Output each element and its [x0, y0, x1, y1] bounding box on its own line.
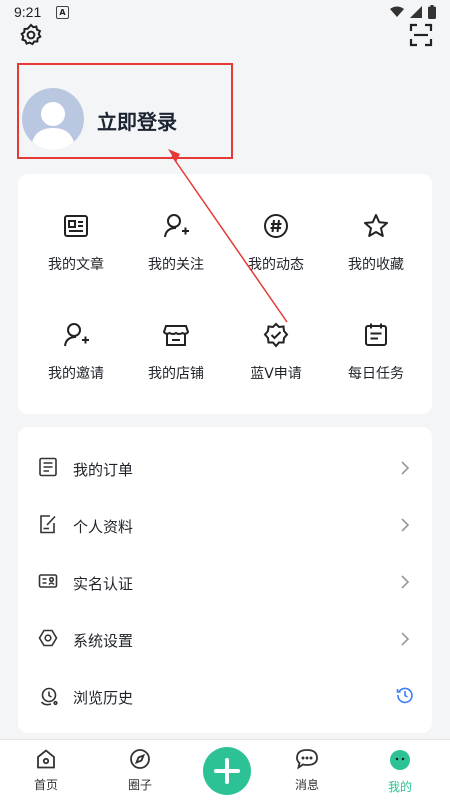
- list-label: 系统设置: [73, 632, 134, 650]
- list-label: 我的订单: [73, 461, 134, 479]
- grid-item-my-favorites[interactable]: 我的收藏: [326, 212, 426, 302]
- invite-user-icon: [64, 323, 89, 347]
- chevron-right-icon: [401, 575, 410, 589]
- nav-label: 我的: [387, 780, 412, 794]
- add-post-button[interactable]: [203, 747, 251, 795]
- compass-icon: [130, 749, 150, 769]
- nav-circle[interactable]: 圈子: [110, 748, 170, 793]
- hashtag-icon: [264, 214, 288, 238]
- message-icon: [296, 749, 318, 770]
- history-icon: [40, 687, 58, 706]
- grid-item-my-posts[interactable]: 我的动态: [226, 212, 326, 302]
- status-icons: [390, 5, 436, 19]
- follow-user-icon: [164, 214, 189, 238]
- battery-icon: [428, 5, 436, 19]
- grid-label: 我的文章: [48, 257, 104, 273]
- home-icon: [37, 749, 55, 769]
- grid-label: 我的收藏: [348, 257, 404, 273]
- article-icon: [64, 215, 88, 237]
- menu-list-card: 我的订单 个人资料 实名认证 系统设置 浏览历史: [18, 427, 432, 733]
- plus-icon: [214, 758, 240, 784]
- grid-item-bluev-apply[interactable]: 蓝V申请: [226, 321, 326, 411]
- grid-label: 我的动态: [248, 257, 304, 273]
- notification-icon: A: [56, 6, 69, 19]
- profile-edit-icon: [40, 515, 56, 534]
- order-icon: [39, 457, 57, 477]
- annotation-highlight-box: [17, 63, 233, 159]
- list-item-real-name-auth[interactable]: 实名认证: [18, 553, 432, 610]
- list-item-browse-history[interactable]: 浏览历史: [18, 667, 432, 724]
- settings-hex-icon: [38, 629, 58, 647]
- grid-label: 蓝V申请: [250, 366, 302, 382]
- nav-label: 圈子: [127, 778, 152, 792]
- grid-item-my-store[interactable]: 我的店铺: [126, 321, 226, 411]
- nav-label: 首页: [33, 778, 58, 792]
- grid-item-my-articles[interactable]: 我的文章: [26, 212, 126, 302]
- clock-history-icon[interactable]: [396, 686, 414, 704]
- grid-label: 我的店铺: [148, 366, 204, 382]
- star-icon: [364, 214, 388, 237]
- bottom-nav: 首页 圈子 消息 我的: [0, 739, 450, 801]
- scan-icon[interactable]: [408, 22, 434, 48]
- chevron-right-icon: [401, 632, 410, 646]
- verified-badge-icon: [263, 322, 289, 348]
- signal-icon: [410, 6, 422, 18]
- chevron-right-icon: [401, 461, 410, 475]
- grid-label: 每日任务: [348, 366, 404, 382]
- nav-messages[interactable]: 消息: [277, 748, 337, 793]
- grid-label: 我的邀请: [48, 366, 104, 382]
- list-item-my-orders[interactable]: 我的订单: [18, 439, 432, 496]
- list-label: 实名认证: [73, 575, 134, 593]
- status-time: 9:21: [14, 4, 42, 20]
- shortcut-grid-card: 我的文章 我的关注 我的动态 我的收藏 我的邀请 我的店铺 蓝V申请 每日任务: [18, 174, 432, 414]
- list-label: 个人资料: [73, 518, 134, 536]
- chevron-right-icon: [401, 518, 410, 532]
- grid-label: 我的关注: [148, 257, 204, 273]
- calendar-task-icon: [365, 323, 387, 346]
- grid-item-my-invites[interactable]: 我的邀请: [26, 321, 126, 411]
- list-label: 浏览历史: [73, 689, 134, 707]
- nav-mine[interactable]: 我的: [370, 748, 430, 795]
- status-bar: 9:21 A: [0, 0, 450, 24]
- gear-icon[interactable]: [18, 22, 44, 48]
- nav-label: 消息: [294, 778, 319, 792]
- id-card-icon: [38, 574, 58, 588]
- store-icon: [162, 325, 190, 346]
- list-item-system-settings[interactable]: 系统设置: [18, 610, 432, 667]
- list-item-profile[interactable]: 个人资料: [18, 496, 432, 553]
- nav-home[interactable]: 首页: [16, 748, 76, 793]
- wifi-icon: [390, 6, 404, 17]
- mine-face-icon: [390, 750, 410, 770]
- grid-item-daily-tasks[interactable]: 每日任务: [326, 321, 426, 411]
- grid-item-my-follows[interactable]: 我的关注: [126, 212, 226, 302]
